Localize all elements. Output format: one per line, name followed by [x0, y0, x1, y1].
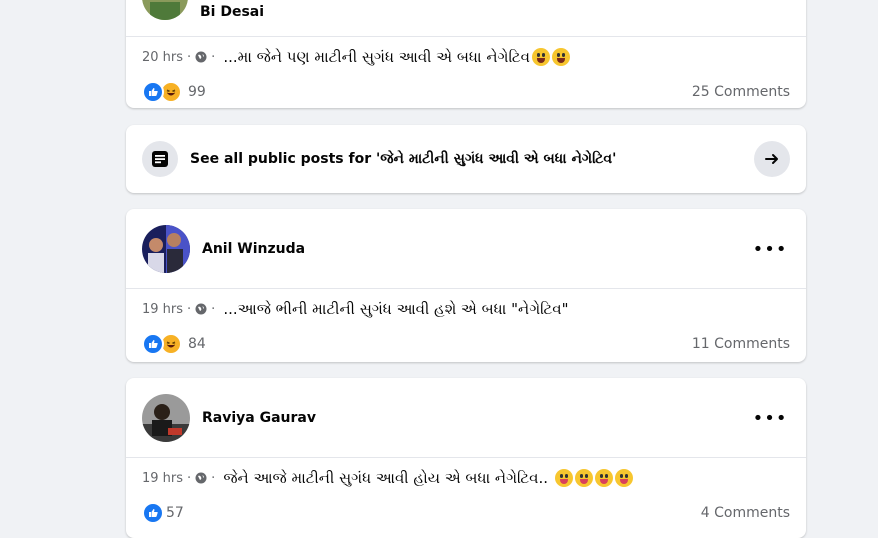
reaction-count: 84 — [188, 336, 206, 352]
tongue-emoji-icon — [614, 469, 633, 488]
reactions[interactable]: 57 — [142, 502, 184, 524]
post-card: Anil Winzuda ••• 19 hrs · · ...આજે ભીની … — [126, 209, 806, 362]
post-header: Bi Desai — [126, 0, 806, 37]
post-time[interactable]: 19 hrs — [142, 302, 183, 317]
like-reaction-icon — [142, 502, 164, 524]
like-reaction-icon — [142, 81, 164, 103]
comments-link[interactable]: 4 Comments — [701, 505, 790, 521]
post-stats: 84 11 Comments — [142, 329, 790, 362]
more-options-icon[interactable]: ••• — [753, 406, 787, 430]
post-card: Bi Desai 20 hrs · · ...મા જેને પણ માટીની… — [126, 0, 806, 108]
post-time[interactable]: 20 hrs — [142, 50, 183, 65]
reaction-count: 99 — [188, 84, 206, 100]
comments-link[interactable]: 25 Comments — [692, 84, 790, 100]
tongue-emoji-icon — [574, 469, 593, 488]
globe-icon — [195, 303, 207, 315]
more-options-icon[interactable]: ••• — [753, 237, 787, 261]
post-header: Raviya Gaurav ••• — [126, 378, 806, 458]
like-reaction-icon — [142, 333, 164, 355]
comments-link[interactable]: 11 Comments — [692, 336, 790, 352]
post-stats: 99 25 Comments — [142, 77, 790, 108]
avatar[interactable] — [142, 393, 190, 442]
globe-icon — [195, 51, 207, 63]
post-header: Anil Winzuda ••• — [126, 209, 806, 289]
see-all-posts-card[interactable]: See all public posts for 'જેને માટીની સુ… — [126, 125, 806, 193]
avatar[interactable] — [142, 224, 190, 273]
tongue-emoji-icon — [554, 469, 573, 488]
grin-emoji-icon — [531, 48, 550, 67]
posts-list-icon — [142, 141, 178, 177]
author-name[interactable]: Anil Winzuda — [202, 241, 305, 257]
avatar[interactable] — [142, 0, 188, 20]
post-snippet[interactable]: જેને આજે માટીની સુગંધ આવી હોય એ બધા નેગે… — [223, 469, 633, 488]
post-meta: 19 hrs · · જેને આજે માટીની સુગંધ આવી હોય… — [142, 458, 790, 498]
post-time[interactable]: 19 hrs — [142, 471, 183, 486]
post-snippet[interactable]: ...મા જેને પણ માટીની સુગંધ આવી એ બધા નેગ… — [223, 48, 570, 67]
post-meta: 20 hrs · · ...મા જેને પણ માટીની સુગંધ આવ… — [142, 37, 790, 77]
reactions[interactable]: 99 — [142, 81, 206, 103]
tongue-emoji-icon — [594, 469, 613, 488]
post-card: Raviya Gaurav ••• 19 hrs · · જેને આજે મા… — [126, 378, 806, 538]
globe-icon — [195, 472, 207, 484]
post-meta: 19 hrs · · ...આજે ભીની માટીની સુગંધ આવી … — [142, 300, 569, 318]
reactions[interactable]: 84 — [142, 333, 206, 355]
see-all-label: See all public posts for 'જેને માટીની સુ… — [190, 151, 617, 167]
reaction-count: 57 — [166, 505, 184, 521]
post-snippet[interactable]: ...આજે ભીની માટીની સુગંધ આવી હશે એ બધા "… — [223, 300, 568, 318]
author-name[interactable]: Bi Desai — [200, 4, 264, 20]
author-name[interactable]: Raviya Gaurav — [202, 410, 316, 426]
post-stats: 57 4 Comments — [142, 498, 790, 534]
grin-emoji-icon — [551, 48, 570, 67]
arrow-right-icon[interactable] — [754, 141, 790, 177]
